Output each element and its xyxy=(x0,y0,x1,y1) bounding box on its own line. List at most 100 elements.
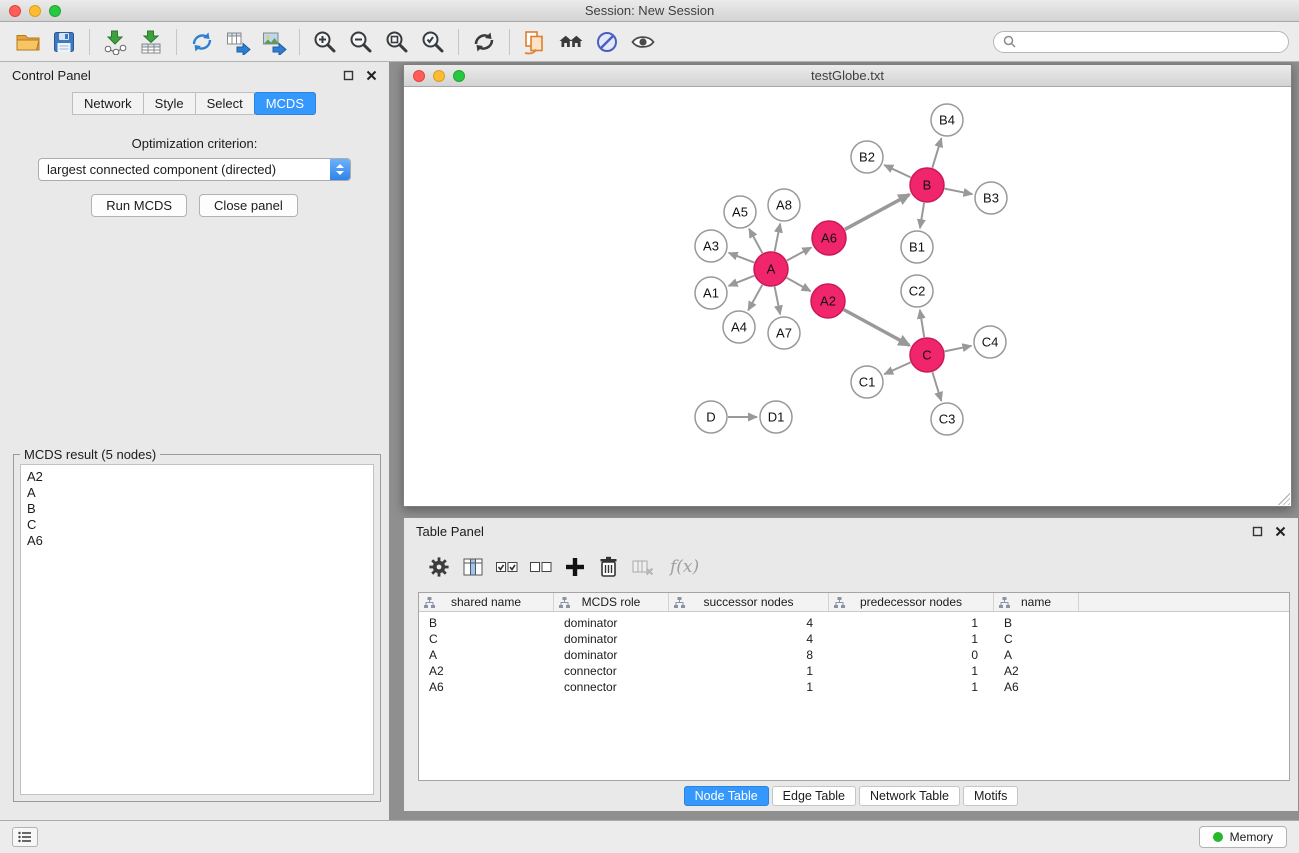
tab-style[interactable]: Style xyxy=(143,92,196,115)
column-header-predecessor-nodes[interactable]: predecessor nodes xyxy=(829,593,994,611)
node-A8[interactable]: A8 xyxy=(768,189,800,221)
node-B2[interactable]: B2 xyxy=(851,141,883,173)
node-C2[interactable]: C2 xyxy=(901,275,933,307)
node-C4[interactable]: C4 xyxy=(974,326,1006,358)
edge-C-C1[interactable] xyxy=(884,362,910,374)
close-window-button[interactable] xyxy=(9,5,21,17)
table-row[interactable]: Adominator80A xyxy=(419,647,1289,663)
tab-mcds[interactable]: MCDS xyxy=(254,92,316,115)
new-row-icon[interactable] xyxy=(558,550,592,584)
birdseye-icon[interactable] xyxy=(625,25,661,59)
resize-grip[interactable] xyxy=(1278,493,1290,505)
edge-A-A1[interactable] xyxy=(729,276,755,286)
apply-layout-icon[interactable] xyxy=(466,25,502,59)
minimize-window-button[interactable] xyxy=(29,5,41,17)
table-row[interactable]: A6connector11A6 xyxy=(419,679,1289,695)
task-history-button[interactable] xyxy=(12,827,38,847)
node-B[interactable]: B xyxy=(910,168,944,202)
clone-network-icon[interactable] xyxy=(184,25,220,59)
node-B3[interactable]: B3 xyxy=(975,182,1007,214)
run-mcds-button[interactable]: Run MCDS xyxy=(91,194,187,217)
node-A[interactable]: A xyxy=(754,252,788,286)
zoom-out-icon[interactable] xyxy=(343,25,379,59)
edge-A6-B[interactable] xyxy=(845,195,910,230)
close-table-panel-icon[interactable] xyxy=(1275,526,1286,537)
zoom-in-icon[interactable] xyxy=(307,25,343,59)
edge-A-A8[interactable] xyxy=(775,224,781,252)
export-table-icon[interactable] xyxy=(220,25,256,59)
edge-A2-C[interactable] xyxy=(844,310,910,346)
column-header-mcds-role[interactable]: MCDS role xyxy=(554,593,669,611)
open-session-icon[interactable] xyxy=(10,25,46,59)
zoom-selected-icon[interactable] xyxy=(415,25,451,59)
tab-network[interactable]: Network xyxy=(72,92,144,115)
tab-motifs[interactable]: Motifs xyxy=(963,786,1018,806)
zoom-window-button[interactable] xyxy=(49,5,61,17)
table-row[interactable]: Cdominator41C xyxy=(419,631,1289,647)
float-panel-icon[interactable] xyxy=(343,70,354,81)
search-field[interactable] xyxy=(993,31,1289,53)
edge-C-C2[interactable] xyxy=(920,310,924,337)
delete-row-icon[interactable] xyxy=(592,550,626,584)
table-row[interactable]: Bdominator41B xyxy=(419,615,1289,631)
node-C3[interactable]: C3 xyxy=(931,403,963,435)
network-zoom-button[interactable] xyxy=(453,70,465,82)
memory-button[interactable]: Memory xyxy=(1199,826,1287,848)
import-table-icon[interactable] xyxy=(133,25,169,59)
column-header-name[interactable]: name xyxy=(994,593,1079,611)
search-input[interactable] xyxy=(1021,35,1279,49)
optimization-dropdown[interactable]: largest connected component (directed) xyxy=(38,158,351,181)
node-B1[interactable]: B1 xyxy=(901,231,933,263)
save-session-icon[interactable] xyxy=(46,25,82,59)
first-neighbors-icon[interactable] xyxy=(517,25,553,59)
node-A2[interactable]: A2 xyxy=(811,284,845,318)
delete-column-icon[interactable] xyxy=(626,550,660,584)
float-table-panel-icon[interactable] xyxy=(1252,526,1263,537)
tab-node-table[interactable]: Node Table xyxy=(684,786,769,806)
close-panel-button[interactable]: Close panel xyxy=(199,194,298,217)
node-A4[interactable]: A4 xyxy=(723,311,755,343)
node-C[interactable]: C xyxy=(910,338,944,372)
function-builder-icon[interactable]: f(x) xyxy=(670,557,699,577)
zoom-fit-icon[interactable] xyxy=(379,25,415,59)
column-header-shared-name[interactable]: shared name xyxy=(419,593,554,611)
tab-network-table[interactable]: Network Table xyxy=(859,786,960,806)
select-all-icon[interactable] xyxy=(490,550,524,584)
edge-A-A7[interactable] xyxy=(775,287,781,315)
close-panel-icon[interactable] xyxy=(366,70,377,81)
table-row[interactable]: A2connector11A2 xyxy=(419,663,1289,679)
edge-A-A6[interactable] xyxy=(787,247,812,260)
node-A5[interactable]: A5 xyxy=(724,196,756,228)
edge-B-B4[interactable] xyxy=(932,138,941,168)
node-D[interactable]: D xyxy=(695,401,727,433)
node-A6[interactable]: A6 xyxy=(812,221,846,255)
tab-edge-table[interactable]: Edge Table xyxy=(772,786,856,806)
network-close-button[interactable] xyxy=(413,70,425,82)
node-D1[interactable]: D1 xyxy=(760,401,792,433)
edge-B-B3[interactable] xyxy=(945,189,973,195)
gear-icon[interactable] xyxy=(422,550,456,584)
edge-A-A2[interactable] xyxy=(787,278,811,291)
column-header-successor-nodes[interactable]: successor nodes xyxy=(669,593,829,611)
node-C1[interactable]: C1 xyxy=(851,366,883,398)
edge-C-C4[interactable] xyxy=(945,346,972,352)
import-network-icon[interactable] xyxy=(97,25,133,59)
edge-A-A3[interactable] xyxy=(729,253,755,263)
edge-C-C3[interactable] xyxy=(932,372,941,401)
node-A7[interactable]: A7 xyxy=(768,317,800,349)
network-canvas[interactable]: B4 B2 B B3 A5 A8 A6 B1 A3 A C2 A1 A2 A4 A7 C4 C C1 C3 D D1 xyxy=(404,87,1291,506)
edge-A-A5[interactable] xyxy=(749,229,762,254)
column-select-icon[interactable] xyxy=(456,550,490,584)
home-icon[interactable] xyxy=(553,25,589,59)
node-B4[interactable]: B4 xyxy=(931,104,963,136)
network-minimize-button[interactable] xyxy=(433,70,445,82)
tab-select[interactable]: Select xyxy=(195,92,255,115)
toggle-details-icon[interactable] xyxy=(589,25,625,59)
export-image-icon[interactable] xyxy=(256,25,292,59)
edge-B-B2[interactable] xyxy=(884,165,911,177)
edge-A-A4[interactable] xyxy=(748,285,762,311)
unselect-all-icon[interactable] xyxy=(524,550,558,584)
node-A1[interactable]: A1 xyxy=(695,277,727,309)
node-A3[interactable]: A3 xyxy=(695,230,727,262)
edge-B-B1[interactable] xyxy=(920,203,924,228)
